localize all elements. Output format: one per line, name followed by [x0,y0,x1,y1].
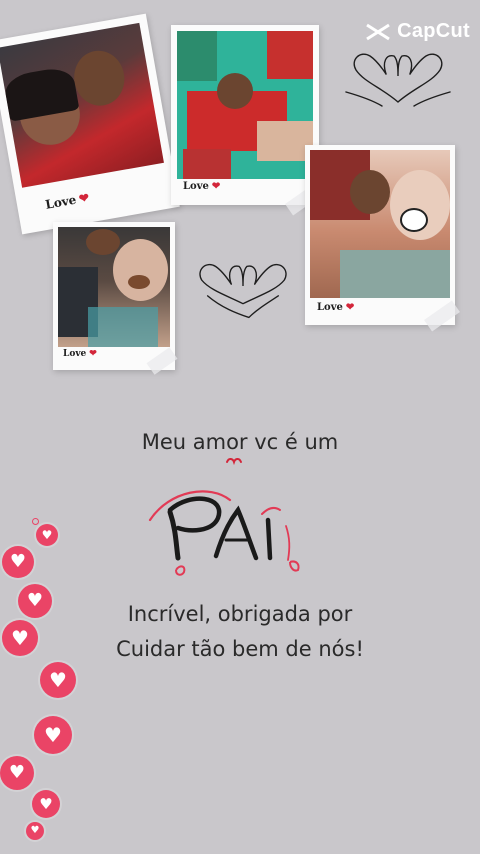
floating-heart-icon: ♥ [0,756,34,790]
message-line-1: Meu amor vc é um [141,430,339,454]
floating-heart-icon [32,518,39,525]
floating-heart-icon: ♥ [18,584,52,618]
floating-heart-icon: ♥ [34,716,72,754]
heart-icon: ❤ [89,349,97,359]
capcut-logo-icon [365,22,391,42]
floating-heart-icon: ♥ [32,790,60,818]
couple-photo-4 [58,227,170,347]
pai-title [140,480,340,590]
heart-icon: ❤ [345,302,355,313]
message-line-2: Incrível, obrigada por [127,602,353,626]
floating-heart-icon: ♥ [36,524,58,546]
heart-icon: ❤ [77,190,91,206]
love-caption: Love [183,181,209,192]
collage-photo-2 [177,31,313,179]
floating-heart-icon: ♥ [2,546,34,578]
polaroid-photo-1: Love ❤ [0,13,180,235]
floating-heart-icon: ♥ [2,620,38,656]
floating-heart-icon: ♥ [26,822,44,840]
couple-photo-3 [310,150,450,298]
polaroid-photo-2: Love ❤ [171,25,321,216]
floating-heart-icon: ♥ [40,662,76,698]
tape-strip [424,300,460,332]
heart-hands-doodle [199,263,287,319]
message-line-3: Cuidar tão bem de nós! [116,637,364,661]
tape-strip [146,347,178,375]
polaroid-photo-4: Love ❤ [53,222,178,375]
small-heart-icon [226,458,242,466]
love-caption: Love [44,192,78,212]
heart-icon: ❤ [211,181,221,192]
love-caption: Love [63,349,87,359]
polaroid-photo-3: Love ❤ [305,145,460,332]
story-canvas: CapCut Love ❤ Love ❤ Love ❤ Love ❤ Meu a… [0,0,480,854]
heart-hands-doodle [345,53,451,107]
couple-photo-1 [0,22,164,188]
love-caption: Love [317,302,343,313]
